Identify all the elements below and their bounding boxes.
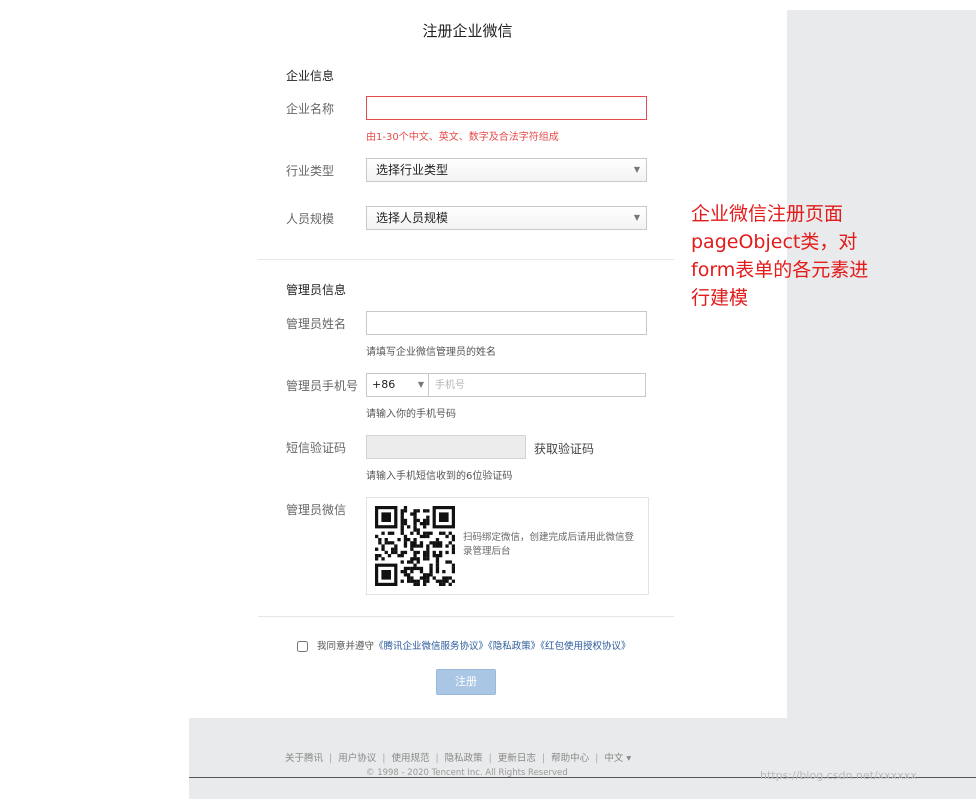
admin-name-label: 管理员姓名	[286, 317, 347, 331]
admin-wechat-label: 管理员微信	[286, 503, 347, 517]
admin-name-hint: 请填写企业微信管理员的姓名	[366, 347, 496, 358]
privacy-policy-link[interactable]: 《隐私政策》	[488, 641, 540, 652]
get-sms-code-button[interactable]: 获取验证码	[534, 440, 594, 457]
footer-link-usage-rules[interactable]: 使用规范	[391, 753, 429, 764]
admin-name-input[interactable]	[366, 311, 647, 335]
red-packet-agreement-link[interactable]: 《红包使用授权协议》	[540, 641, 630, 652]
country-code-select[interactable]: +86 ▼	[367, 374, 429, 396]
staff-size-select-value: 选择人员规模	[376, 211, 449, 225]
wechat-qr-card: 扫码绑定微信，创建完成后请用此微信登录管理后台	[366, 497, 649, 595]
section-divider	[258, 259, 674, 260]
staff-size-select[interactable]: 选择人员规模 ▼	[366, 206, 647, 230]
company-name-input[interactable]	[366, 96, 647, 120]
sms-code-input[interactable]	[366, 435, 526, 459]
company-name-error: 由1-30个中文、英文、数字及合法字符组成	[366, 132, 559, 143]
admin-phone-field: +86 ▼	[366, 373, 655, 397]
industry-select[interactable]: 选择行业类型 ▼	[366, 158, 647, 182]
admin-phone-hint: 请输入你的手机号码	[366, 409, 456, 420]
staff-size-label: 人员规模	[286, 212, 335, 226]
admin-section-title: 管理员信息	[286, 283, 347, 297]
qr-code	[375, 506, 455, 586]
annotation-text: 企业微信注册页面pageObject类，对form表单的各元素进行建模	[691, 203, 869, 309]
copyright: © 1998 - 2020 Tencent Inc. All Rights Re…	[366, 768, 568, 778]
footer-links: 关于腾讯 | 用户协议 | 使用规范 | 隐私政策 | 更新日志 | 帮助中心 | 中文 ▾	[285, 753, 632, 764]
chevron-down-icon: ▼	[417, 380, 424, 389]
admin-phone-input[interactable]	[430, 374, 655, 396]
company-section-title: 企业信息	[286, 69, 335, 83]
watermark: https://blog.csdn.net/xxxxxx	[760, 769, 917, 782]
agreement-divider	[258, 616, 674, 617]
agreement-row: 我同意并遵守《腾讯企业微信服务协议》《隐私政策》《红包使用授权协议》	[297, 638, 631, 652]
service-agreement-link[interactable]: 《腾讯企业微信服务协议》	[374, 641, 488, 652]
page-background-right	[787, 10, 976, 799]
admin-phone-label: 管理员手机号	[286, 379, 359, 393]
industry-select-value: 选择行业类型	[376, 163, 449, 177]
country-code-value: +86	[372, 378, 396, 391]
footer-link-user-agreement[interactable]: 用户协议	[338, 753, 376, 764]
chevron-down-icon: ▼	[633, 213, 640, 222]
page-title: 注册企业微信	[422, 22, 513, 40]
chevron-down-icon: ▼	[633, 165, 640, 174]
footer-link-changelog[interactable]: 更新日志	[498, 753, 536, 764]
footer-link-help[interactable]: 帮助中心	[551, 753, 589, 764]
agreement-prefix: 我同意并遵守	[317, 641, 375, 652]
qr-instructions: 扫码绑定微信，创建完成后请用此微信登录管理后台	[463, 532, 635, 557]
agreement-checkbox[interactable]	[297, 641, 308, 652]
sms-code-label: 短信验证码	[286, 441, 347, 455]
sms-code-hint: 请输入手机短信收到的6位验证码	[366, 471, 513, 482]
company-name-label: 企业名称	[286, 102, 335, 116]
register-button[interactable]: 注册	[436, 669, 496, 695]
footer-link-about[interactable]: 关于腾讯	[285, 753, 323, 764]
language-select[interactable]: 中文 ▾	[604, 753, 631, 764]
industry-label: 行业类型	[286, 164, 335, 178]
footer-link-privacy[interactable]: 隐私政策	[445, 753, 483, 764]
